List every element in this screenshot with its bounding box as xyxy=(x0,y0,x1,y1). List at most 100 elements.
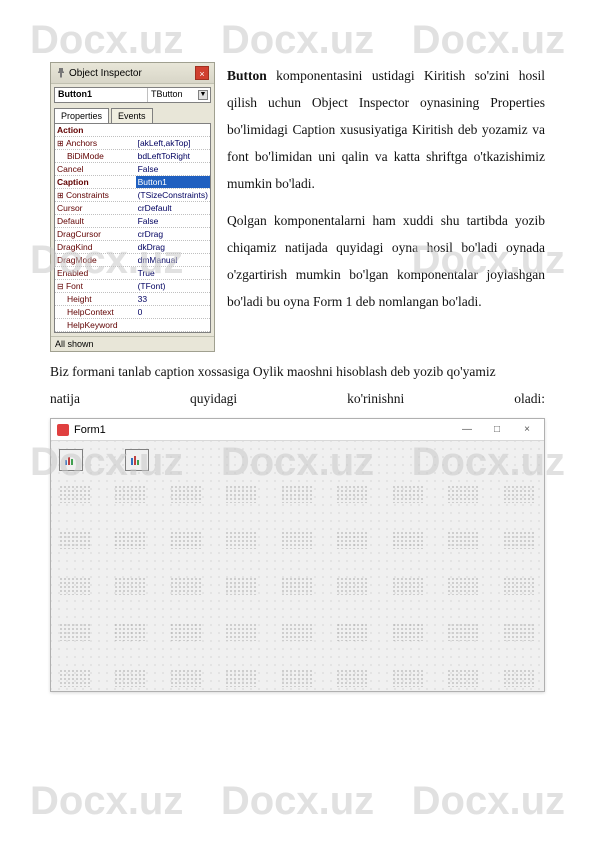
property-name: Anchors xyxy=(55,137,136,149)
property-value[interactable]: False xyxy=(136,215,210,227)
component-placeholder[interactable] xyxy=(114,623,146,641)
component-placeholder[interactable] xyxy=(447,623,479,641)
component-placeholder[interactable] xyxy=(281,577,313,595)
property-row[interactable]: HelpKeyword xyxy=(55,319,210,332)
property-row[interactable]: HelpContext0 xyxy=(55,306,210,319)
property-value[interactable] xyxy=(136,319,210,331)
property-row[interactable]: CursorcrDefault xyxy=(55,202,210,215)
component-placeholder[interactable] xyxy=(170,531,202,549)
property-grid[interactable]: ActionAnchors[akLeft,akTop]BiDiModebdLef… xyxy=(54,123,211,333)
property-name: Enabled xyxy=(55,267,136,279)
component-name: Button1 xyxy=(55,88,148,102)
property-row[interactable]: Anchors[akLeft,akTop] xyxy=(55,137,210,150)
component-placeholder[interactable] xyxy=(114,485,146,503)
maximize-button[interactable]: □ xyxy=(482,420,512,440)
component-placeholder[interactable] xyxy=(503,531,535,549)
property-row[interactable]: Constraints(TSizeConstraints) xyxy=(55,189,210,202)
property-value[interactable] xyxy=(136,124,210,136)
component-placeholder[interactable] xyxy=(170,485,202,503)
object-inspector-panel: Object Inspector × Button1 TButton ▼ Pro… xyxy=(50,62,215,352)
property-row[interactable]: CancelFalse xyxy=(55,163,210,176)
component-placeholder[interactable] xyxy=(225,577,257,595)
property-row[interactable]: DragModedmManual xyxy=(55,254,210,267)
property-value[interactable]: (TFont) xyxy=(136,280,210,292)
property-row[interactable]: DefaultFalse xyxy=(55,215,210,228)
component-placeholder[interactable] xyxy=(447,577,479,595)
property-row[interactable]: Height33 xyxy=(55,293,210,306)
component-placeholder[interactable] xyxy=(87,449,121,471)
component-placeholder[interactable] xyxy=(392,485,424,503)
property-row[interactable]: Action xyxy=(55,124,210,137)
property-value[interactable]: (TSizeConstraints) xyxy=(136,189,210,201)
component-placeholder[interactable] xyxy=(225,669,257,687)
component-placeholder[interactable] xyxy=(392,623,424,641)
component-placeholder[interactable] xyxy=(281,485,313,503)
component-placeholder[interactable] xyxy=(114,669,146,687)
component-placeholder[interactable] xyxy=(225,485,257,503)
component-placeholder[interactable] xyxy=(447,669,479,687)
component-selector[interactable]: Button1 TButton ▼ xyxy=(54,87,211,103)
component-placeholder[interactable] xyxy=(503,577,535,595)
component-placeholder[interactable] xyxy=(59,577,91,595)
property-value[interactable]: 33 xyxy=(136,293,210,305)
property-value[interactable]: True xyxy=(136,267,210,279)
component-placeholder[interactable] xyxy=(281,531,313,549)
close-button[interactable]: × xyxy=(512,420,542,440)
form-design-surface[interactable] xyxy=(51,441,544,691)
natija-w3: ko'rinishni xyxy=(347,385,404,412)
component-placeholder[interactable] xyxy=(281,623,313,641)
property-value[interactable]: dkDrag xyxy=(136,241,210,253)
component-placeholder[interactable] xyxy=(447,485,479,503)
component-placeholder[interactable] xyxy=(336,531,368,549)
property-value[interactable]: [akLeft,akTop] xyxy=(136,137,210,149)
component-placeholder[interactable] xyxy=(392,669,424,687)
component-placeholder[interactable] xyxy=(336,623,368,641)
property-row[interactable]: BiDiModebdLeftToRight xyxy=(55,150,210,163)
form-title: Form1 xyxy=(74,424,106,436)
component-placeholder[interactable] xyxy=(59,485,91,503)
component-placeholder[interactable] xyxy=(336,485,368,503)
tab-events[interactable]: Events xyxy=(111,108,153,123)
property-row[interactable]: EnabledTrue xyxy=(55,267,210,280)
minimize-button[interactable]: — xyxy=(452,420,482,440)
tab-properties[interactable]: Properties xyxy=(54,108,109,123)
component-placeholder[interactable] xyxy=(392,531,424,549)
property-value[interactable]: 0 xyxy=(136,306,210,318)
inspector-titlebar: Object Inspector × xyxy=(51,63,214,84)
property-name: Cancel xyxy=(55,163,136,175)
property-row[interactable]: DragCursorcrDrag xyxy=(55,228,210,241)
component-placeholder[interactable] xyxy=(170,577,202,595)
component-placeholder[interactable] xyxy=(153,449,187,471)
property-value[interactable]: dmManual xyxy=(136,254,210,266)
component-placeholder[interactable] xyxy=(503,485,535,503)
toolbar-button[interactable] xyxy=(125,449,149,471)
component-placeholder[interactable] xyxy=(114,531,146,549)
component-placeholder[interactable] xyxy=(59,623,91,641)
close-button[interactable]: × xyxy=(195,66,209,80)
component-placeholder[interactable] xyxy=(336,577,368,595)
component-placeholder[interactable] xyxy=(281,669,313,687)
component-placeholder[interactable] xyxy=(503,669,535,687)
component-placeholder[interactable] xyxy=(225,531,257,549)
property-row[interactable]: DragKinddkDrag xyxy=(55,241,210,254)
property-row[interactable]: Font(TFont) xyxy=(55,280,210,293)
component-placeholder[interactable] xyxy=(447,531,479,549)
property-value[interactable]: Button1 xyxy=(136,176,210,188)
component-placeholder[interactable] xyxy=(503,623,535,641)
property-row[interactable]: CaptionButton1 xyxy=(55,176,210,189)
component-placeholder[interactable] xyxy=(170,623,202,641)
component-placeholder[interactable] xyxy=(336,669,368,687)
property-value[interactable]: crDrag xyxy=(136,228,210,240)
property-value[interactable]: bdLeftToRight xyxy=(136,150,210,162)
component-placeholder[interactable] xyxy=(225,623,257,641)
property-name: DragCursor xyxy=(55,228,136,240)
toolbar-button[interactable] xyxy=(59,449,83,471)
component-placeholder[interactable] xyxy=(114,577,146,595)
component-placeholder[interactable] xyxy=(170,669,202,687)
component-placeholder[interactable] xyxy=(59,531,91,549)
property-value[interactable]: crDefault xyxy=(136,202,210,214)
component-placeholder[interactable] xyxy=(392,577,424,595)
component-placeholder[interactable] xyxy=(59,669,91,687)
dropdown-arrow-icon[interactable]: ▼ xyxy=(198,90,208,100)
property-value[interactable]: False xyxy=(136,163,210,175)
